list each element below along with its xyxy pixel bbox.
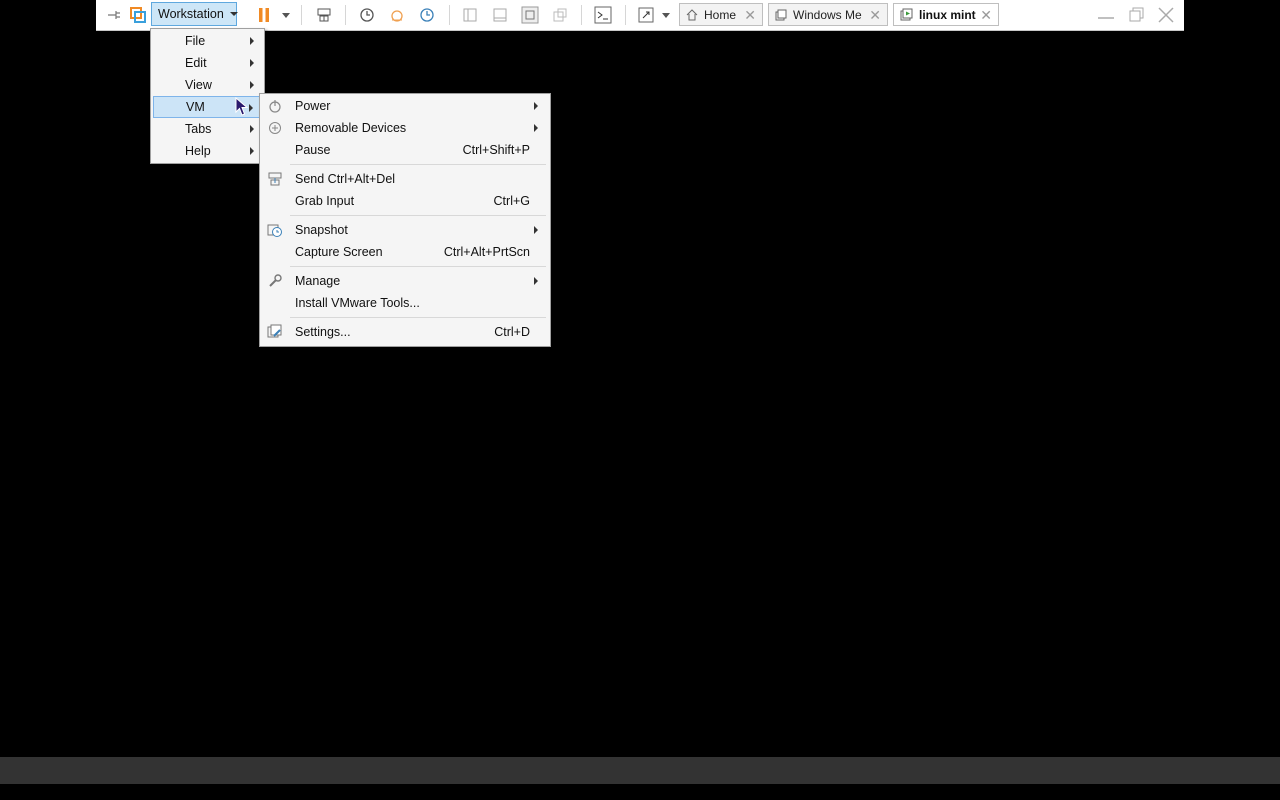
menu-item-label: Removable Devices [295, 121, 407, 135]
chevron-right-icon [250, 147, 254, 155]
chevron-right-icon [534, 226, 538, 234]
power-icon [267, 98, 283, 114]
shortcut-label: Ctrl+D [494, 325, 530, 339]
toolbar-separator [625, 5, 626, 25]
menu-item-label: Help [185, 144, 211, 158]
menu-item-tabs[interactable]: Tabs [153, 118, 262, 140]
menu-item-grab-input[interactable]: Grab Input Ctrl+G [262, 190, 548, 212]
workstation-menu: File Edit View VM Tabs Help [150, 28, 265, 164]
chevron-right-icon [534, 277, 538, 285]
menu-item-label: Grab Input [295, 194, 355, 208]
close-icon[interactable]: ✕ [869, 7, 881, 24]
menu-item-label: Send Ctrl+Alt+Del [295, 172, 396, 186]
menu-item-label: Settings... [295, 325, 351, 339]
tab-label: linux mint [919, 7, 976, 22]
menu-item-removable-devices[interactable]: Removable Devices [262, 117, 548, 139]
menu-item-label: Manage [295, 274, 341, 288]
chevron-right-icon [250, 81, 254, 89]
chevron-right-icon [250, 125, 254, 133]
vm-icon [775, 9, 787, 21]
chevron-right-icon [250, 37, 254, 45]
menu-item-power[interactable]: Power [262, 95, 548, 117]
menu-separator [290, 266, 546, 267]
shortcut-label: Ctrl+Shift+P [462, 143, 530, 157]
menu-item-label: Edit [185, 56, 207, 70]
pause-button[interactable] [256, 0, 272, 30]
close-icon[interactable]: ✕ [744, 7, 756, 24]
tab-label: Windows Me [793, 7, 862, 22]
console-icon[interactable] [592, 0, 614, 30]
menu-item-edit[interactable]: Edit [153, 52, 262, 74]
shortcut-label: Ctrl+Alt+PrtScn [443, 245, 530, 259]
menu-item-help[interactable]: Help [153, 140, 262, 162]
menu-item-label: Power [295, 99, 331, 113]
vm-submenu: Power Removable Devices Pause Ctrl+Shift… [259, 93, 551, 347]
toolbar-separator [301, 5, 302, 25]
tab-home[interactable]: Home ✕ [679, 3, 763, 26]
wrench-icon [267, 273, 283, 289]
menu-item-send-ctrl-alt-del[interactable]: Send Ctrl+Alt+Del [262, 168, 548, 190]
pin-icon[interactable] [104, 0, 124, 30]
menu-item-label: File [185, 34, 206, 48]
mouse-cursor-icon [235, 96, 249, 120]
send-keys-icon [267, 171, 283, 187]
close-window-button[interactable] [1154, 0, 1178, 30]
vm-running-icon [900, 8, 913, 21]
chevron-right-icon [250, 59, 254, 67]
menu-item-label: Pause [295, 143, 331, 157]
send-keys-icon[interactable] [314, 0, 334, 30]
minimize-button[interactable] [1094, 0, 1118, 30]
devices-icon [267, 120, 283, 136]
shortcut-label: Ctrl+G [493, 194, 530, 208]
snapshot-manager-icon[interactable] [416, 0, 438, 30]
revert-snapshot-icon[interactable] [386, 0, 408, 30]
settings-icon [267, 324, 283, 340]
menu-item-label: Tabs [185, 122, 212, 136]
menu-item-file[interactable]: File [153, 30, 262, 52]
menu-item-label: Capture Screen [295, 245, 383, 259]
tab-windows-me[interactable]: Windows Me ✕ [768, 3, 888, 26]
menu-item-capture-screen[interactable]: Capture Screen Ctrl+Alt+PrtScn [262, 241, 548, 263]
close-icon[interactable]: ✕ [980, 7, 992, 24]
tab-label: Home [704, 7, 737, 22]
library-view-icon[interactable] [460, 0, 480, 30]
full-screen-icon[interactable] [519, 0, 541, 30]
workstation-menu-button[interactable]: Workstation [151, 2, 238, 26]
menu-item-label: VM [186, 100, 205, 114]
snapshot-icon [267, 222, 283, 238]
menu-item-pause[interactable]: Pause Ctrl+Shift+P [262, 139, 548, 161]
stretch-icon[interactable] [636, 0, 656, 30]
menu-item-view[interactable]: View [153, 74, 262, 96]
chevron-right-icon [249, 104, 253, 112]
menu-item-label: Snapshot [295, 223, 348, 237]
toolbar-separator [581, 5, 582, 25]
menu-item-manage[interactable]: Manage [262, 270, 548, 292]
home-icon [686, 8, 698, 21]
unity-icon[interactable] [550, 0, 570, 30]
menu-item-settings[interactable]: Settings... Ctrl+D [262, 321, 548, 343]
toolbar-separator [345, 5, 346, 25]
workstation-toolbar: Workstation Home ✕ Windows Me ✕ linux mi… [96, 0, 1184, 31]
menu-item-label: Install VMware Tools... [295, 296, 420, 310]
chevron-right-icon [534, 124, 538, 132]
menu-item-install-vmware-tools[interactable]: Install VMware Tools... [262, 292, 548, 314]
workstation-label: Workstation [158, 7, 224, 21]
menu-item-snapshot[interactable]: Snapshot [262, 219, 548, 241]
chevron-right-icon [534, 102, 538, 110]
snapshot-icon[interactable] [356, 0, 378, 30]
menu-separator [290, 215, 546, 216]
toolbar-separator [449, 5, 450, 25]
thumbnail-bar-icon[interactable] [490, 0, 510, 30]
menu-separator [290, 164, 546, 165]
chevron-down-icon [229, 12, 238, 16]
vmware-logo-icon [128, 0, 148, 30]
restore-button[interactable] [1124, 0, 1148, 30]
menu-item-label: View [185, 78, 212, 92]
menu-separator [290, 317, 546, 318]
tab-linux-mint[interactable]: linux mint ✕ [893, 3, 999, 26]
status-bar [0, 757, 1280, 784]
power-dropdown-button[interactable] [280, 0, 292, 30]
stretch-dropdown-button[interactable] [660, 0, 672, 30]
